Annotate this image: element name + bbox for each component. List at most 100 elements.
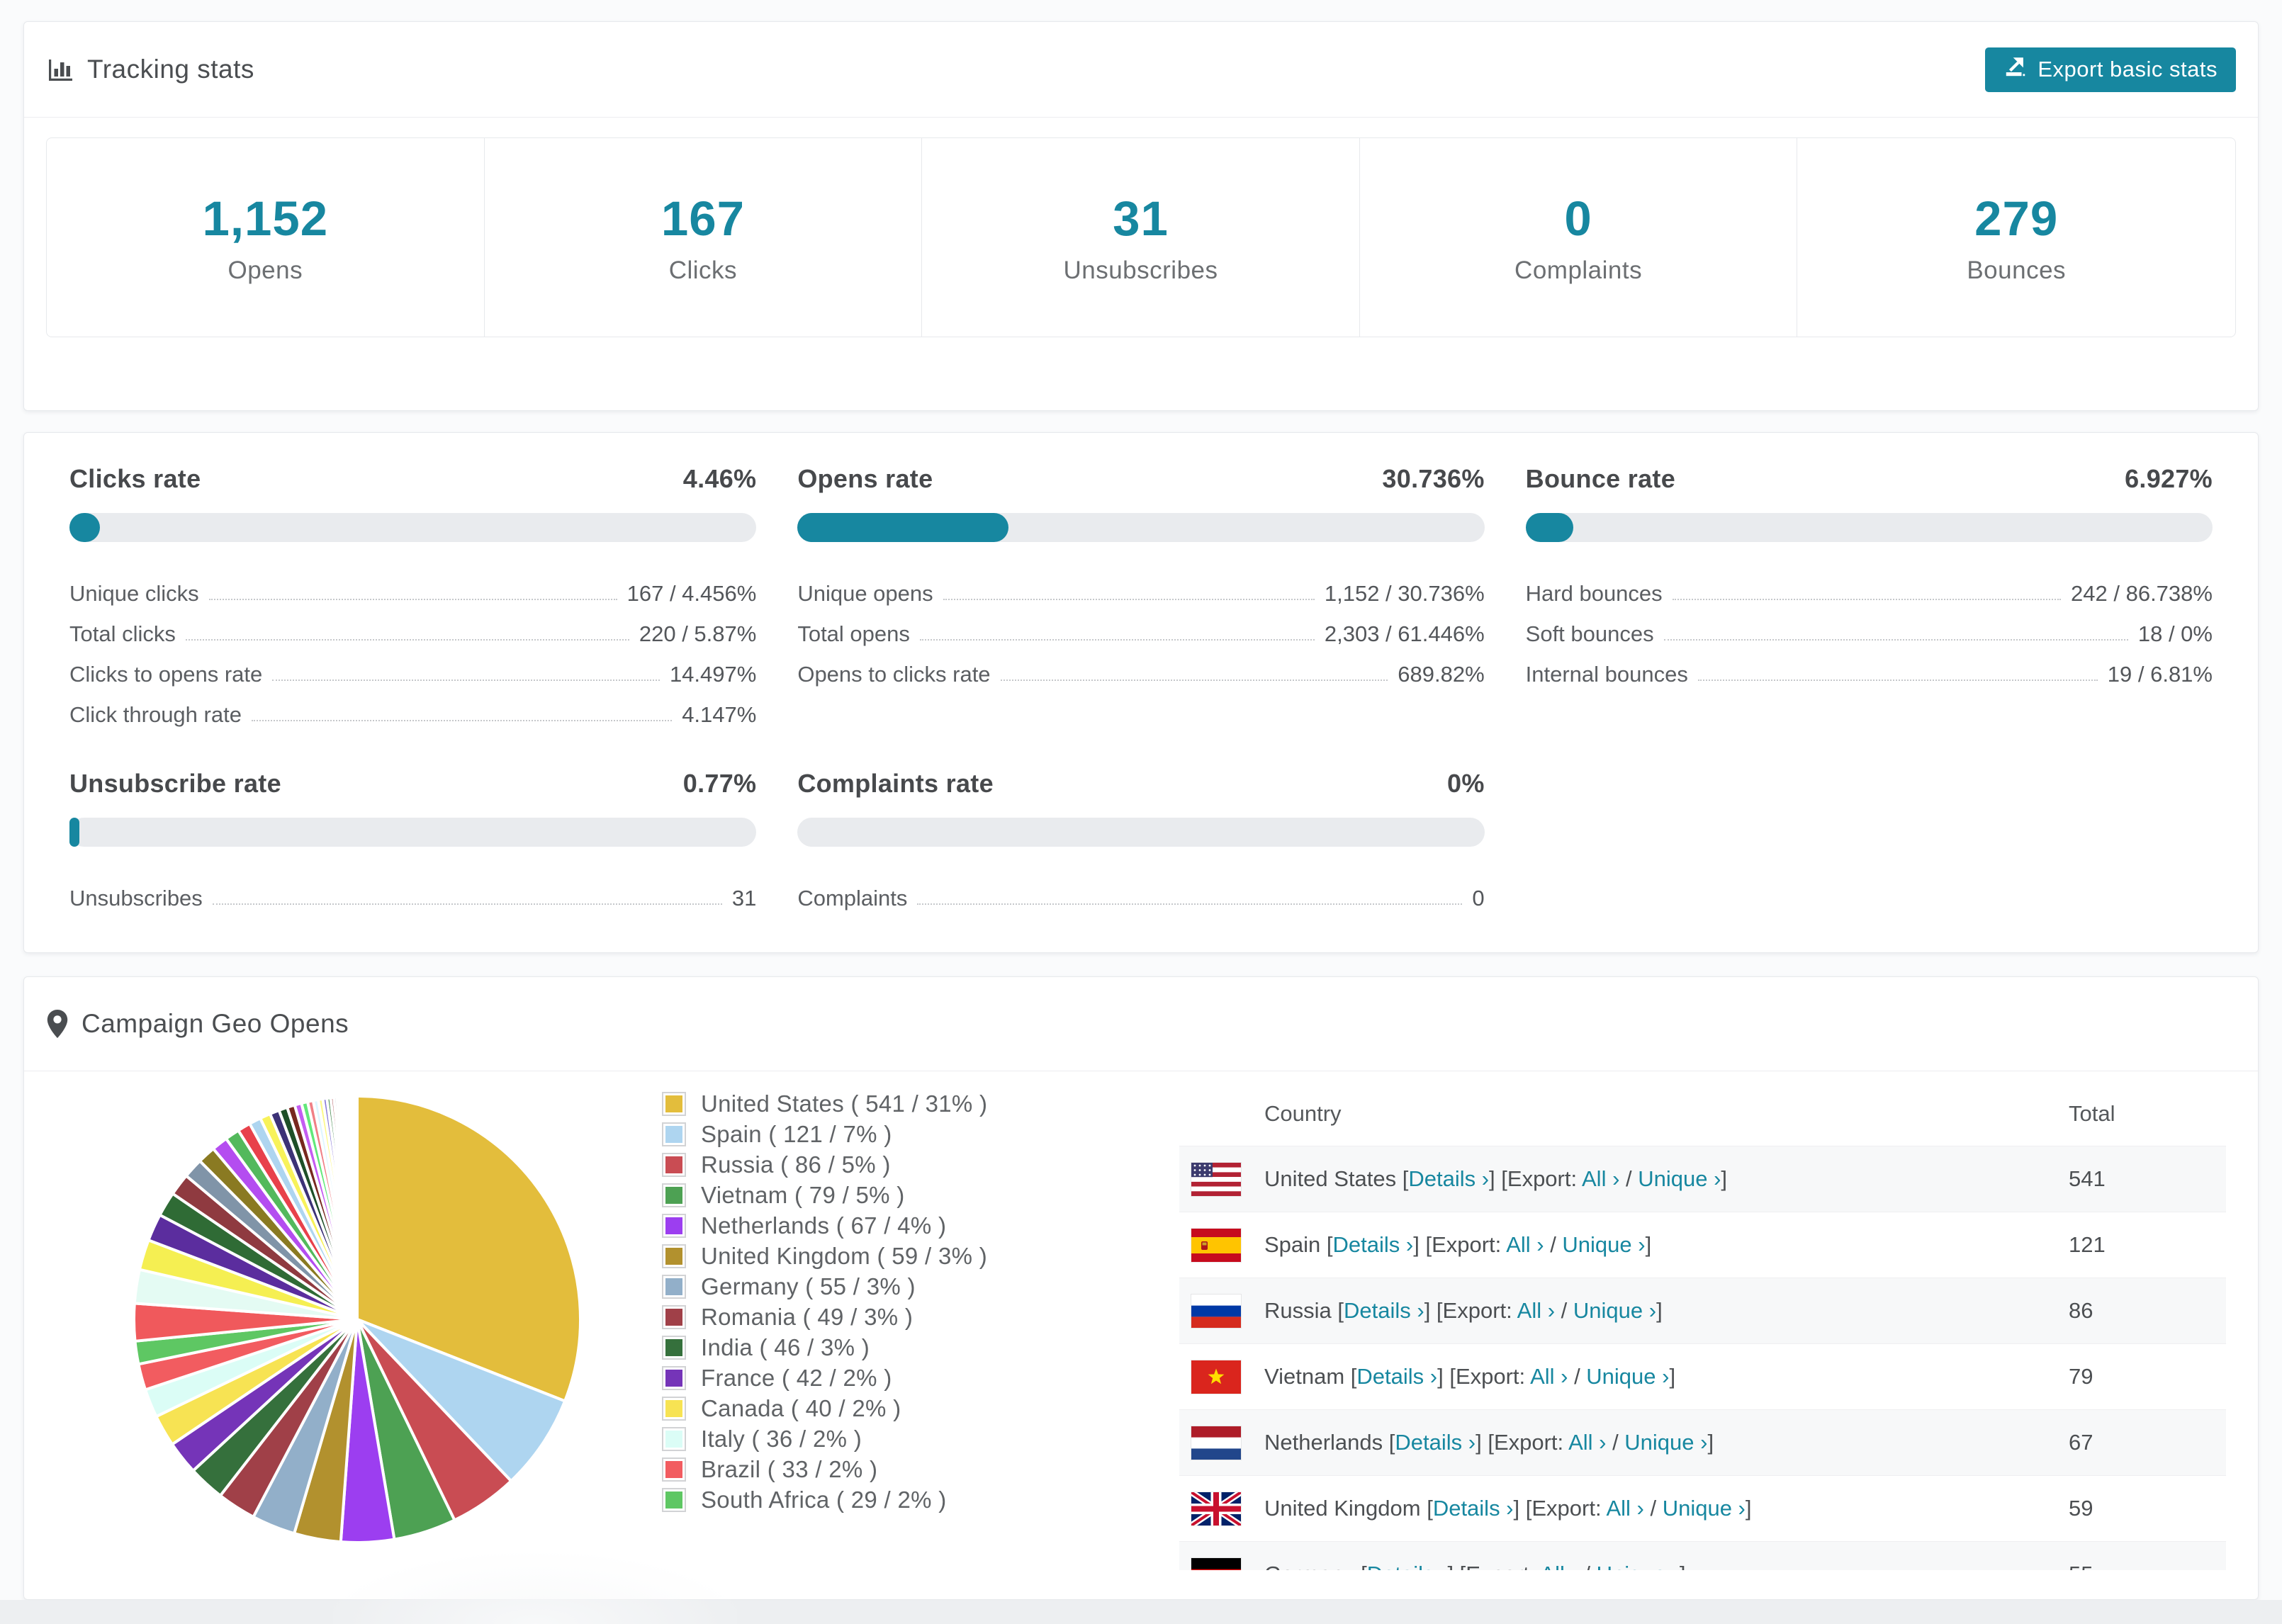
stat-box-clicks: 167 Clicks bbox=[485, 138, 923, 337]
rate-progress-fill bbox=[69, 513, 101, 542]
bracket: [ bbox=[1427, 1496, 1433, 1521]
stat-label: Clicks bbox=[668, 256, 738, 284]
legend-swatch bbox=[662, 1487, 686, 1512]
rate-progress-track bbox=[797, 513, 1485, 542]
details-link[interactable]: Details › bbox=[1408, 1166, 1489, 1191]
rate-detail-value: 1,152 / 30.736% bbox=[1324, 581, 1485, 606]
export-all-link[interactable]: All › bbox=[1568, 1430, 1606, 1455]
rate-value: 0.77% bbox=[682, 769, 757, 798]
export-prefix: Export: bbox=[1493, 1430, 1569, 1455]
page-title: Tracking stats bbox=[46, 55, 254, 84]
bracket: ] [ bbox=[1437, 1364, 1456, 1389]
country-total: 67 bbox=[2069, 1430, 2093, 1455]
export-all-link[interactable]: All › bbox=[1506, 1232, 1544, 1257]
bar-chart-icon bbox=[46, 55, 74, 84]
rate-detail-label: Total clicks bbox=[69, 621, 176, 646]
legend-label: Spain ( 121 / 7% ) bbox=[701, 1120, 892, 1147]
rate-detail-value: 242 / 86.738% bbox=[2071, 581, 2213, 606]
slash: / bbox=[1544, 1232, 1563, 1257]
pie-slice-other[interactable] bbox=[354, 1094, 359, 1320]
country-total: 79 bbox=[2069, 1364, 2093, 1389]
export-unique-link[interactable]: Unique › bbox=[1638, 1166, 1721, 1191]
legend-item-spain: Spain ( 121 / 7% ) bbox=[662, 1119, 987, 1149]
dotted-leader bbox=[251, 720, 673, 721]
export-all-link[interactable]: All › bbox=[1540, 1562, 1578, 1570]
geo-country-table: Country Total United States [Details ›] [E… bbox=[1179, 1081, 2226, 1570]
legend-swatch bbox=[662, 1152, 686, 1177]
slash: / bbox=[1578, 1562, 1597, 1570]
dotted-leader bbox=[208, 599, 617, 600]
tracking-stats-card: Tracking stats Export basic stats 1,152 O… bbox=[23, 21, 2259, 411]
legend-label: Romania ( 49 / 3% ) bbox=[701, 1303, 914, 1330]
details-link[interactable]: Details › bbox=[1433, 1496, 1514, 1521]
country-total: 55 bbox=[2049, 1562, 2226, 1570]
rate-detail-row: Complaints 0 bbox=[797, 871, 1484, 911]
rate-detail-label: Opens to clicks rate bbox=[797, 662, 991, 687]
rate-progress-fill bbox=[69, 818, 79, 847]
details-link[interactable]: Details › bbox=[1367, 1562, 1448, 1570]
legend-item-canada: Canada ( 40 / 2% ) bbox=[662, 1393, 987, 1423]
details-link[interactable]: Details › bbox=[1395, 1430, 1476, 1455]
country-row-nl: Netherlands [Details ›] [Export: All › /… bbox=[1179, 1409, 2226, 1475]
export-all-link[interactable]: All › bbox=[1517, 1298, 1555, 1323]
export-unique-link[interactable]: Unique › bbox=[1586, 1364, 1669, 1389]
export-prefix: Export: bbox=[1466, 1562, 1540, 1570]
stat-value: 0 bbox=[1564, 191, 1592, 246]
legend-item-brazil: Brazil ( 33 / 2% ) bbox=[662, 1454, 987, 1484]
export-all-link[interactable]: All › bbox=[1530, 1364, 1568, 1389]
rate-detail-label: Total opens bbox=[797, 621, 910, 646]
country-total: 121 bbox=[2069, 1232, 2106, 1257]
stat-value: 31 bbox=[1113, 191, 1169, 246]
bracket: [ bbox=[1326, 1232, 1333, 1257]
rate-block-complaints-rate: Complaints rate 0% Complaints 0 bbox=[797, 769, 1485, 911]
gb-flag-icon bbox=[1179, 1492, 1264, 1526]
export-all-link[interactable]: All › bbox=[1606, 1496, 1643, 1521]
legend-item-russia: Russia ( 86 / 5% ) bbox=[662, 1149, 987, 1180]
export-all-link[interactable]: All › bbox=[1582, 1166, 1619, 1191]
tracking-stats-header: Tracking stats Export basic stats bbox=[24, 22, 2258, 118]
export-unique-link[interactable]: Unique › bbox=[1663, 1496, 1746, 1521]
bracket: ] bbox=[1707, 1430, 1714, 1455]
export-basic-stats-button[interactable]: Export basic stats bbox=[1985, 47, 2236, 92]
export-unique-link[interactable]: Unique › bbox=[1624, 1430, 1707, 1455]
stat-label: Bounces bbox=[1967, 256, 2067, 284]
details-link[interactable]: Details › bbox=[1333, 1232, 1414, 1257]
rate-block-unsubscribe-rate: Unsubscribe rate 0.77% Unsubscribes 31 bbox=[69, 769, 757, 911]
export-unique-link[interactable]: Unique › bbox=[1573, 1298, 1656, 1323]
rate-title: Clicks rate bbox=[69, 464, 201, 493]
rate-detail-label: Internal bounces bbox=[1525, 662, 1688, 687]
rate-title: Bounce rate bbox=[1525, 464, 1676, 493]
legend-item-india: India ( 46 / 3% ) bbox=[662, 1332, 987, 1363]
export-unique-link[interactable]: Unique › bbox=[1562, 1232, 1645, 1257]
rate-value: 4.46% bbox=[682, 464, 757, 493]
country-row-ru: Russia [Details ›] [Export: All › / Uniq… bbox=[1179, 1278, 2226, 1343]
geo-opens-pie-chart[interactable] bbox=[129, 1091, 585, 1547]
pie-legend: United States ( 541 / 31% ) Spain ( 121 /… bbox=[662, 1088, 987, 1515]
bracket: ] [ bbox=[1476, 1430, 1494, 1455]
export-prefix: Export: bbox=[1432, 1232, 1507, 1257]
export-unique-link[interactable]: Unique › bbox=[1597, 1562, 1680, 1570]
details-link[interactable]: Details › bbox=[1356, 1364, 1437, 1389]
legend-label: South Africa ( 29 / 2% ) bbox=[701, 1486, 947, 1513]
dotted-leader bbox=[1697, 680, 2098, 681]
legend-label: Italy ( 36 / 2% ) bbox=[701, 1425, 862, 1452]
bracket: ] [ bbox=[1424, 1298, 1443, 1323]
rate-detail-value: 4.147% bbox=[682, 702, 757, 727]
legend-item-italy: Italy ( 36 / 2% ) bbox=[662, 1423, 987, 1454]
country-name: United States bbox=[1264, 1166, 1403, 1191]
dotted-leader bbox=[1663, 639, 2128, 641]
legend-label: United States ( 541 / 31% ) bbox=[701, 1090, 988, 1117]
legend-item-united-kingdom: United Kingdom ( 59 / 3% ) bbox=[662, 1241, 987, 1271]
legend-swatch bbox=[662, 1122, 686, 1146]
rate-detail-label: Soft bounces bbox=[1525, 621, 1654, 646]
country-name: Netherlands bbox=[1264, 1430, 1389, 1455]
bracket: ] bbox=[1669, 1364, 1676, 1389]
geo-header: Campaign Geo Opens bbox=[24, 977, 2258, 1071]
stat-label: Complaints bbox=[1514, 256, 1643, 284]
legend-swatch bbox=[662, 1365, 686, 1390]
vn-flag-icon bbox=[1179, 1360, 1264, 1394]
rate-progress-track bbox=[69, 818, 757, 847]
country-name: Spain bbox=[1264, 1232, 1327, 1257]
page-bottom-strip bbox=[0, 1553, 2282, 1624]
details-link[interactable]: Details › bbox=[1344, 1298, 1424, 1323]
